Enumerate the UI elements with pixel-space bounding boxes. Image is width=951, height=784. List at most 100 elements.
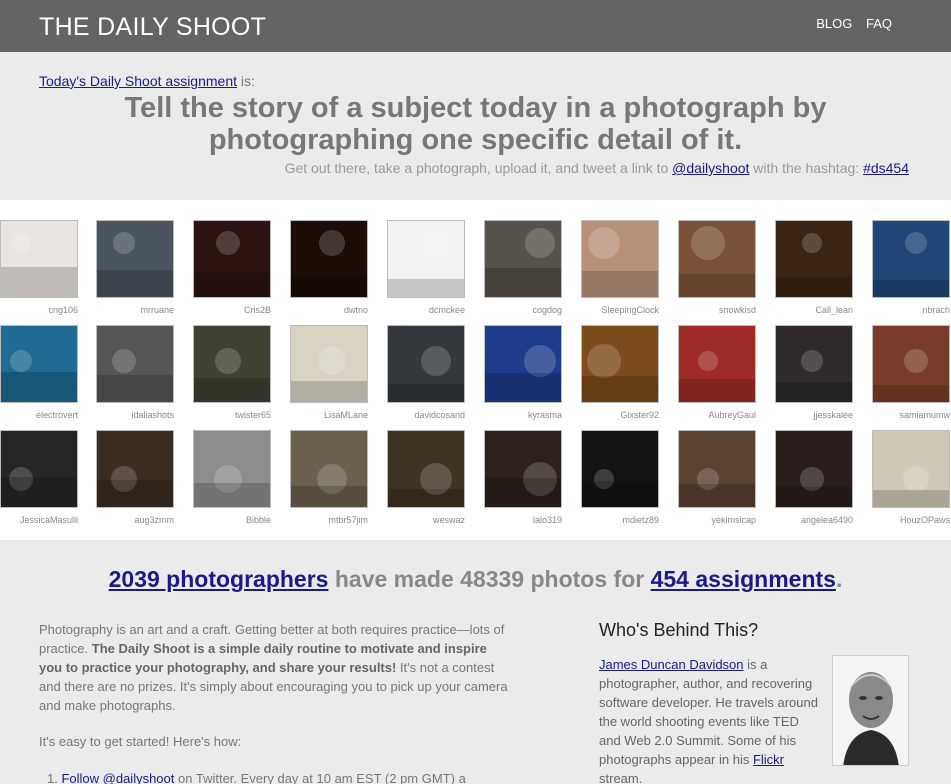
photo-tile[interactable]: nbrach — [872, 220, 950, 315]
photographers-link[interactable]: 2039 photographers — [109, 566, 329, 592]
photo-tile[interactable]: idaliashots — [96, 325, 174, 420]
photo-tile[interactable]: Cris2B — [193, 220, 271, 315]
author-link[interactable]: James Duncan Davidson — [599, 657, 744, 672]
photo-thumbnail[interactable] — [872, 220, 950, 298]
photo-thumbnail[interactable] — [96, 430, 174, 508]
photo-thumbnail[interactable] — [0, 430, 78, 508]
photographer-name[interactable]: cogdog — [484, 305, 562, 315]
photo-thumbnail[interactable] — [0, 325, 78, 403]
photo-thumbnail[interactable] — [484, 220, 562, 298]
photographer-name[interactable]: mdietz89 — [581, 515, 659, 525]
photographer-name[interactable]: Cris2B — [193, 305, 271, 315]
photo-tile[interactable]: jjesskalee — [775, 325, 853, 420]
photo-tile[interactable]: aug3zmm — [96, 430, 174, 525]
photo-tile[interactable]: electrovert — [0, 325, 78, 420]
photo-thumbnail[interactable] — [581, 430, 659, 508]
photo-tile[interactable]: dcmckee — [387, 220, 465, 315]
photographer-name[interactable]: LisaMLane — [290, 410, 368, 420]
photo-thumbnail[interactable] — [193, 220, 271, 298]
photographer-name[interactable]: SleepingClock — [581, 305, 659, 315]
photo-thumbnail[interactable] — [581, 220, 659, 298]
photo-thumbnail[interactable] — [0, 220, 78, 298]
photo-tile[interactable]: mtbr57jim — [290, 430, 368, 525]
photo-thumbnail[interactable] — [193, 325, 271, 403]
photo-thumbnail[interactable] — [96, 220, 174, 298]
photo-thumbnail[interactable] — [387, 325, 465, 403]
photo-thumbnail[interactable] — [775, 325, 853, 403]
photo-tile[interactable]: cogdog — [484, 220, 562, 315]
site-title[interactable]: THE DAILY SHOOT — [39, 13, 266, 42]
photo-tile[interactable]: SleepingClock — [581, 220, 659, 315]
photo-thumbnail[interactable] — [484, 430, 562, 508]
photographer-name[interactable]: snowkisd — [678, 305, 756, 315]
photo-thumbnail[interactable] — [193, 430, 271, 508]
photo-thumbnail[interactable] — [678, 220, 756, 298]
photo-thumbnail[interactable] — [872, 325, 950, 403]
photo-tile[interactable]: LisaMLane — [290, 325, 368, 420]
photographer-name[interactable]: Call_lean — [775, 305, 853, 315]
photographer-name[interactable]: nbrach — [872, 305, 950, 315]
photographer-name[interactable]: angelea6490 — [775, 515, 853, 525]
photographer-name[interactable]: twister65 — [193, 410, 271, 420]
photo-tile[interactable]: lalo319 — [484, 430, 562, 525]
photo-thumbnail[interactable] — [775, 430, 853, 508]
photographer-name[interactable]: davidcosand — [387, 410, 465, 420]
photographer-name[interactable]: dcmckee — [387, 305, 465, 315]
photographer-name[interactable]: idaliashots — [96, 410, 174, 420]
photo-tile[interactable]: kyrasma — [484, 325, 562, 420]
photo-tile[interactable]: HouzOPaws — [872, 430, 950, 525]
photo-tile[interactable]: angelea6490 — [775, 430, 853, 525]
hashtag-link[interactable]: #ds454 — [863, 160, 909, 176]
photo-thumbnail[interactable] — [872, 430, 950, 508]
photo-tile[interactable]: JessicaMasulli — [0, 430, 78, 525]
photo-tile[interactable]: mdietz89 — [581, 430, 659, 525]
flickr-link[interactable]: Flickr — [753, 752, 784, 767]
photo-tile[interactable]: cng106 — [0, 220, 78, 315]
photo-thumbnail[interactable] — [581, 325, 659, 403]
photo-tile[interactable]: samiamumw — [872, 325, 950, 420]
dailyshoot-handle-link[interactable]: @dailyshoot — [672, 160, 749, 176]
photo-tile[interactable]: AubreyGaul — [678, 325, 756, 420]
photographer-name[interactable]: lalo319 — [484, 515, 562, 525]
photographer-name[interactable]: kyrasma — [484, 410, 562, 420]
photographer-name[interactable]: weswaz — [387, 515, 465, 525]
photographer-name[interactable]: mtbr57jim — [290, 515, 368, 525]
photo-thumbnail[interactable] — [290, 220, 368, 298]
photographer-name[interactable]: jjesskalee — [775, 410, 853, 420]
photo-tile[interactable]: dwtno — [290, 220, 368, 315]
author-portrait[interactable] — [832, 655, 909, 766]
photo-thumbnail[interactable] — [678, 325, 756, 403]
photo-thumbnail[interactable] — [387, 220, 465, 298]
photo-tile[interactable]: yekimsicap — [678, 430, 756, 525]
photographer-name[interactable]: aug3zmm — [96, 515, 174, 525]
photographer-name[interactable]: HouzOPaws — [872, 515, 950, 525]
photo-thumbnail[interactable] — [290, 430, 368, 508]
photo-tile[interactable]: twister65 — [193, 325, 271, 420]
photo-thumbnail[interactable] — [387, 430, 465, 508]
photo-tile[interactable]: mrruane — [96, 220, 174, 315]
photo-tile[interactable]: davidcosand — [387, 325, 465, 420]
photo-tile[interactable]: snowkisd — [678, 220, 756, 315]
photo-thumbnail[interactable] — [775, 220, 853, 298]
photographer-name[interactable]: dwtno — [290, 305, 368, 315]
photographer-name[interactable]: Bibble — [193, 515, 271, 525]
nav-faq-link[interactable]: FAQ — [866, 16, 892, 31]
photo-tile[interactable]: Bibble — [193, 430, 271, 525]
photo-thumbnail[interactable] — [678, 430, 756, 508]
photographer-name[interactable]: cng106 — [0, 305, 78, 315]
photographer-name[interactable]: electrovert — [0, 410, 78, 420]
photographer-name[interactable]: AubreyGaul — [678, 410, 756, 420]
photo-thumbnail[interactable] — [96, 325, 174, 403]
follow-dailyshoot-link[interactable]: Follow @dailyshoot — [61, 771, 174, 784]
photo-tile[interactable]: Gixster92 — [581, 325, 659, 420]
photo-thumbnail[interactable] — [290, 325, 368, 403]
assignments-link[interactable]: 454 assignments — [651, 566, 836, 592]
photo-thumbnail[interactable] — [484, 325, 562, 403]
photographer-name[interactable]: yekimsicap — [678, 515, 756, 525]
photographer-name[interactable]: JessicaMasulli — [0, 515, 78, 525]
photo-tile[interactable]: Call_lean — [775, 220, 853, 315]
photographer-name[interactable]: samiamumw — [872, 410, 950, 420]
photographer-name[interactable]: mrruane — [96, 305, 174, 315]
photo-tile[interactable]: weswaz — [387, 430, 465, 525]
nav-blog-link[interactable]: BLOG — [816, 16, 852, 31]
